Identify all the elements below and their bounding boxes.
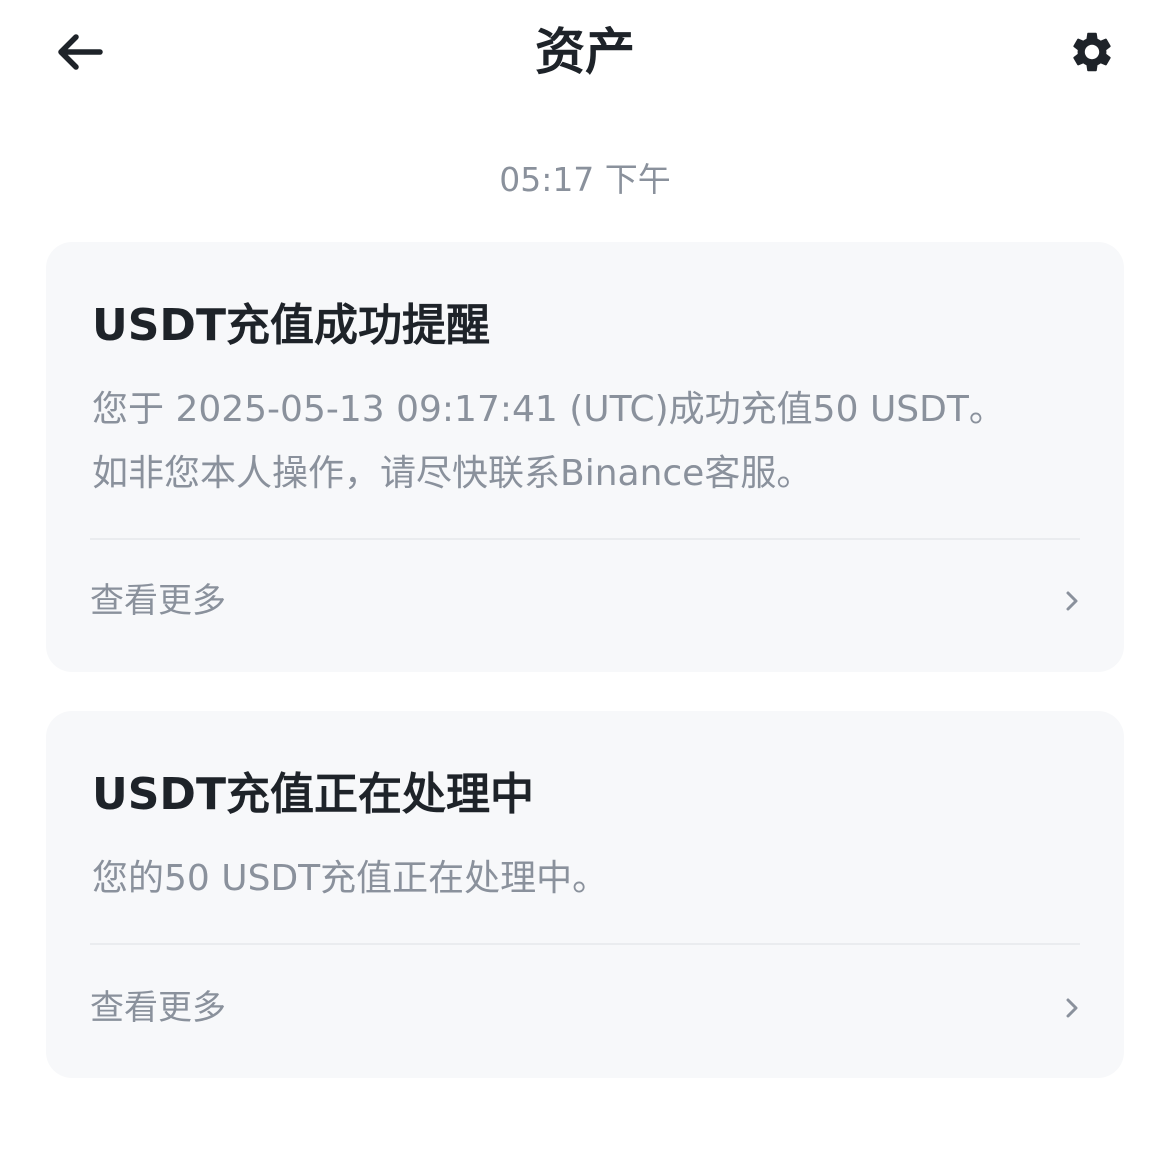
gear-icon <box>1073 32 1111 72</box>
view-more-link[interactable]: 查看更多 <box>90 973 1080 1043</box>
notification-body: 您于 2025-05-13 09:17:41 (UTC)成功充值50 USDT。… <box>92 378 1082 506</box>
chevron-right-icon <box>1052 581 1092 621</box>
message-timestamp: 05:17 下午 <box>499 160 671 199</box>
notification-card-deposit-success: USDT充值成功提醒 您于 2025-05-13 09:17:41 (UTC)成… <box>46 242 1124 672</box>
view-more-label: 查看更多 <box>90 581 226 621</box>
chevron-right-icon <box>1052 988 1092 1028</box>
card-divider <box>90 943 1080 945</box>
view-more-link[interactable]: 查看更多 <box>90 566 1080 636</box>
notification-body-line: 如非您本人操作，请尽快联系Binance客服。 <box>92 453 813 494</box>
notification-body-line: 您于 2025-05-13 09:17:41 (UTC)成功充值50 USDT。 <box>92 389 1005 430</box>
notification-body-line: 您的50 USDT充值正在处理中。 <box>92 858 609 899</box>
top-app-bar: 资产 <box>0 0 1170 110</box>
card-divider <box>90 538 1080 540</box>
view-more-label: 查看更多 <box>90 988 226 1028</box>
page-title: 资产 <box>535 23 635 81</box>
notification-body: 您的50 USDT充值正在处理中。 <box>92 847 1082 911</box>
notification-title: USDT充值成功提醒 <box>92 300 490 351</box>
settings-button[interactable] <box>1056 20 1128 84</box>
notification-card-deposit-processing: USDT充值正在处理中 您的50 USDT充值正在处理中。 查看更多 <box>46 711 1124 1078</box>
notification-title: USDT充值正在处理中 <box>92 769 534 820</box>
